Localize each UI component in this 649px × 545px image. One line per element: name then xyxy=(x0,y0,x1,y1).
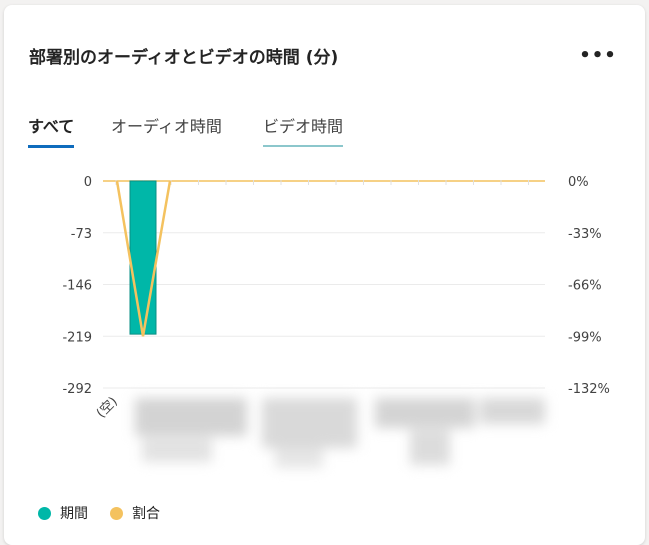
legend-item-ratio[interactable]: 割合 xyxy=(110,503,160,523)
legend-swatch-duration xyxy=(38,506,51,520)
card-title: 部署別のオーディオとビデオの時間 (分) xyxy=(29,48,339,68)
chart-legend: 期間 割合 xyxy=(38,503,182,523)
tab-video-time[interactable]: ビデオ時間 xyxy=(263,113,344,147)
legend-label-duration: 期間 xyxy=(60,506,88,522)
tab-audio-time[interactable]: オーディオ時間 xyxy=(111,113,222,145)
legend-item-duration[interactable]: 期間 xyxy=(38,503,88,523)
chart-card: 部署別のオーディオとビデオの時間 (分) ••• すべて オーディオ時間 ビデオ… xyxy=(4,5,645,545)
legend-swatch-ratio xyxy=(110,506,123,520)
legend-label-ratio: 割合 xyxy=(132,506,160,522)
tab-all[interactable]: すべて xyxy=(28,113,75,148)
more-options-icon[interactable]: ••• xyxy=(579,41,616,69)
